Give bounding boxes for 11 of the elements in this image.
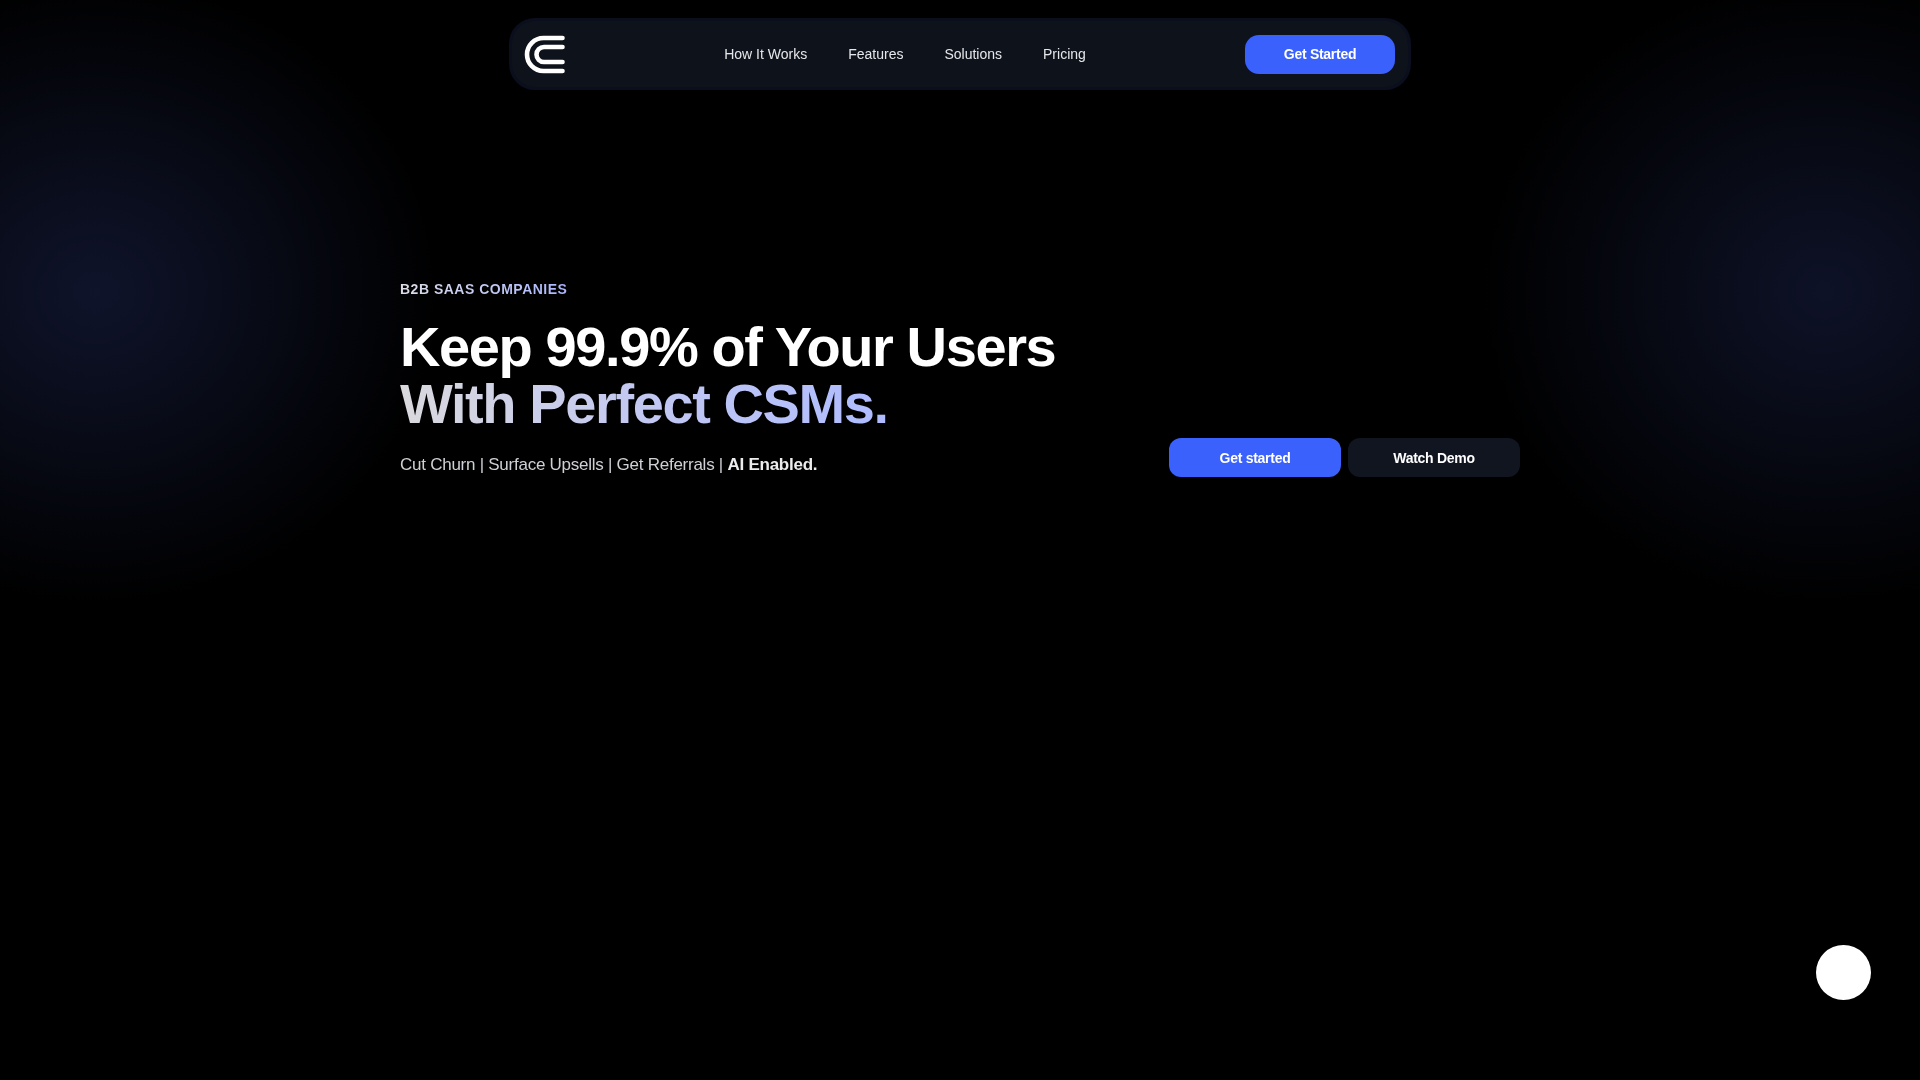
floating-action-button[interactable] — [1816, 945, 1871, 1000]
get-started-button[interactable]: Get Started — [1245, 34, 1395, 74]
hero-subtitle: Cut Churn | Surface Upsells | Get Referrals | AI Enabled. — [400, 454, 818, 476]
get-started-button[interactable]: Get started — [1169, 438, 1341, 477]
nav-link[interactable]: How It Works — [724, 46, 808, 62]
nav-link[interactable]: Pricing — [1043, 46, 1086, 62]
logo-icon[interactable] — [524, 34, 565, 74]
hero-headline: Keep 99.9% of Your Users With Perfect CSMs. — [400, 318, 1056, 432]
nav-link[interactable]: Features — [848, 46, 904, 62]
watch-demo-button[interactable]: Watch Demo — [1348, 438, 1520, 477]
nav-link[interactable]: Solutions — [944, 46, 1002, 62]
